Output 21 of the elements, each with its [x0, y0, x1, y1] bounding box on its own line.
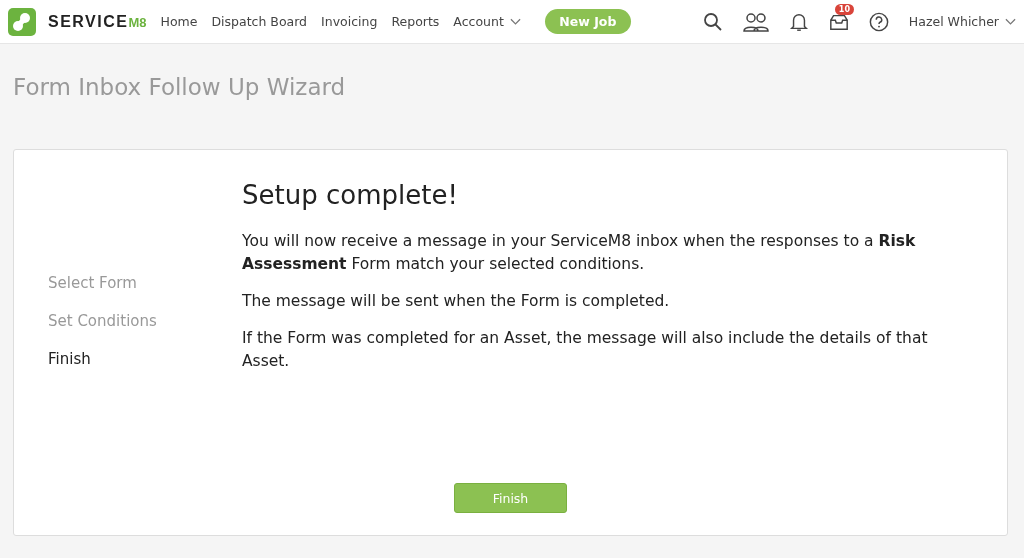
chevron-down-icon[interactable] — [1005, 17, 1016, 26]
paragraph: If the Form was completed for an Asset, the message will also include the details of that Asset. — [242, 328, 929, 372]
bell-icon[interactable] — [788, 11, 809, 32]
paragraph: You will now receive a message in your ServiceM8 inbox when the responses to a Risk Assessment Form match your selected conditions. — [242, 231, 917, 275]
wizard-step[interactable]: Finish — [48, 350, 242, 388]
user-menu[interactable]: Hazel Whicher — [908, 14, 999, 29]
notification-badge: 10 — [834, 3, 854, 15]
people-icon[interactable] — [742, 11, 769, 32]
paragraph: The message will be sent when the Form is completed. — [242, 291, 671, 312]
logo-wordmark: SERVICEM8 — [48, 12, 147, 31]
page-title: Form Inbox Follow Up Wizard — [13, 74, 347, 102]
help-icon[interactable] — [868, 11, 889, 32]
logo-icon — [8, 7, 36, 36]
nav-link[interactable]: Reports — [391, 14, 440, 29]
nav-link[interactable]: Account — [453, 14, 504, 29]
chevron-down-icon[interactable] — [509, 17, 521, 26]
heading: Setup complete! — [242, 180, 459, 210]
nav-link[interactable]: Dispatch Board — [211, 14, 308, 29]
nav-link[interactable]: Invoicing — [321, 14, 378, 29]
search-icon[interactable] — [702, 11, 723, 32]
nav-link[interactable]: Home — [160, 14, 198, 29]
